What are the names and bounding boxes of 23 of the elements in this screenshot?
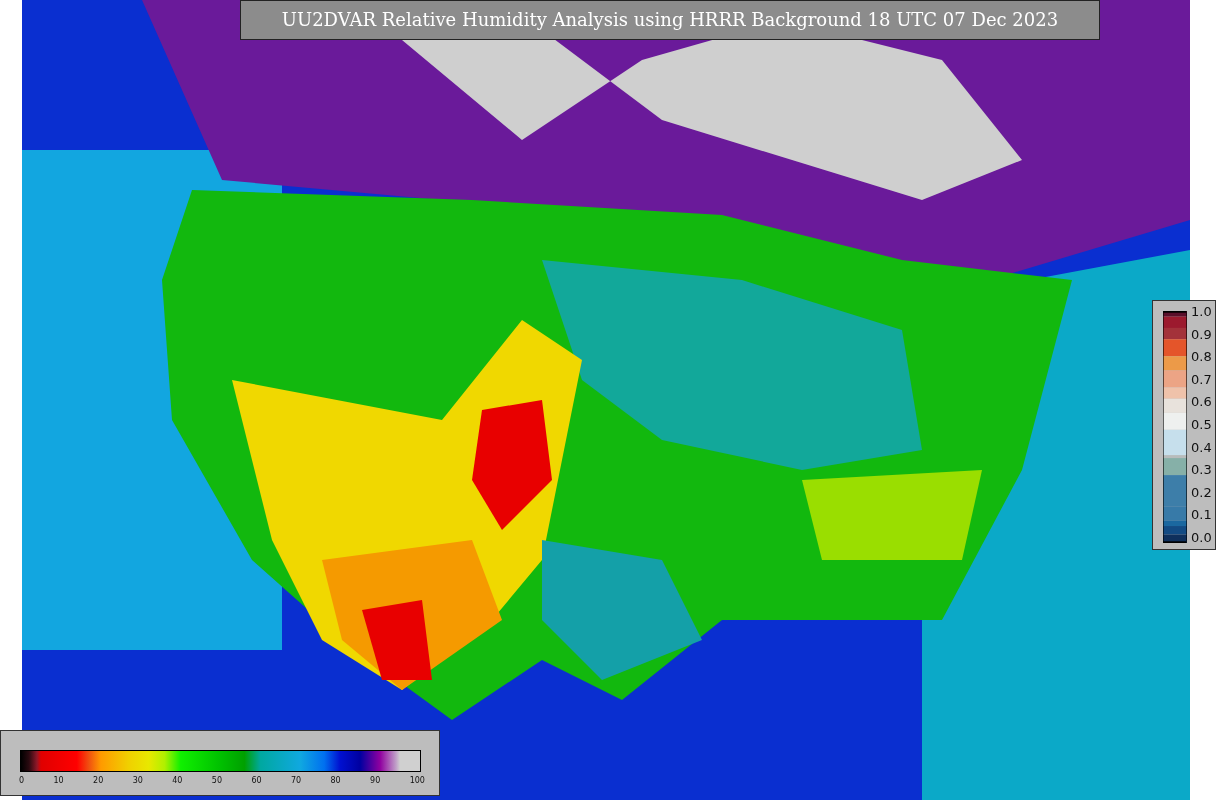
tick-label: 0.9: [1191, 326, 1212, 343]
tick-label: 90: [370, 776, 381, 785]
tick-label: 0.1: [1191, 507, 1212, 524]
tick-label: 20: [93, 776, 104, 785]
tick-label: 0.4: [1191, 439, 1212, 456]
tick-label: 0.7: [1191, 371, 1212, 388]
tick-label: 40: [172, 776, 183, 785]
tick-label: 0.6: [1191, 394, 1212, 411]
tick-label: 10: [53, 776, 64, 785]
tick-label: 50: [211, 776, 222, 785]
tick-label: 0.0: [1191, 529, 1212, 546]
tick-label: 0.3: [1191, 462, 1212, 479]
tick-label: 80: [330, 776, 341, 785]
map-title: UU2DVAR Relative Humidity Analysis using HRRR Background 18 UTC 07 Dec 2023: [240, 0, 1100, 40]
tick-label: 0.2: [1191, 484, 1212, 501]
tick-label: 30: [132, 776, 143, 785]
tick-label: 0: [19, 776, 25, 785]
tick-label: 60: [251, 776, 262, 785]
tick-label: 70: [290, 776, 302, 785]
tick-label: 0.5: [1191, 416, 1212, 433]
tick-label: 0.8: [1191, 349, 1212, 366]
tick-label: 100: [409, 776, 425, 785]
tick-label: 1.0: [1191, 304, 1212, 320]
